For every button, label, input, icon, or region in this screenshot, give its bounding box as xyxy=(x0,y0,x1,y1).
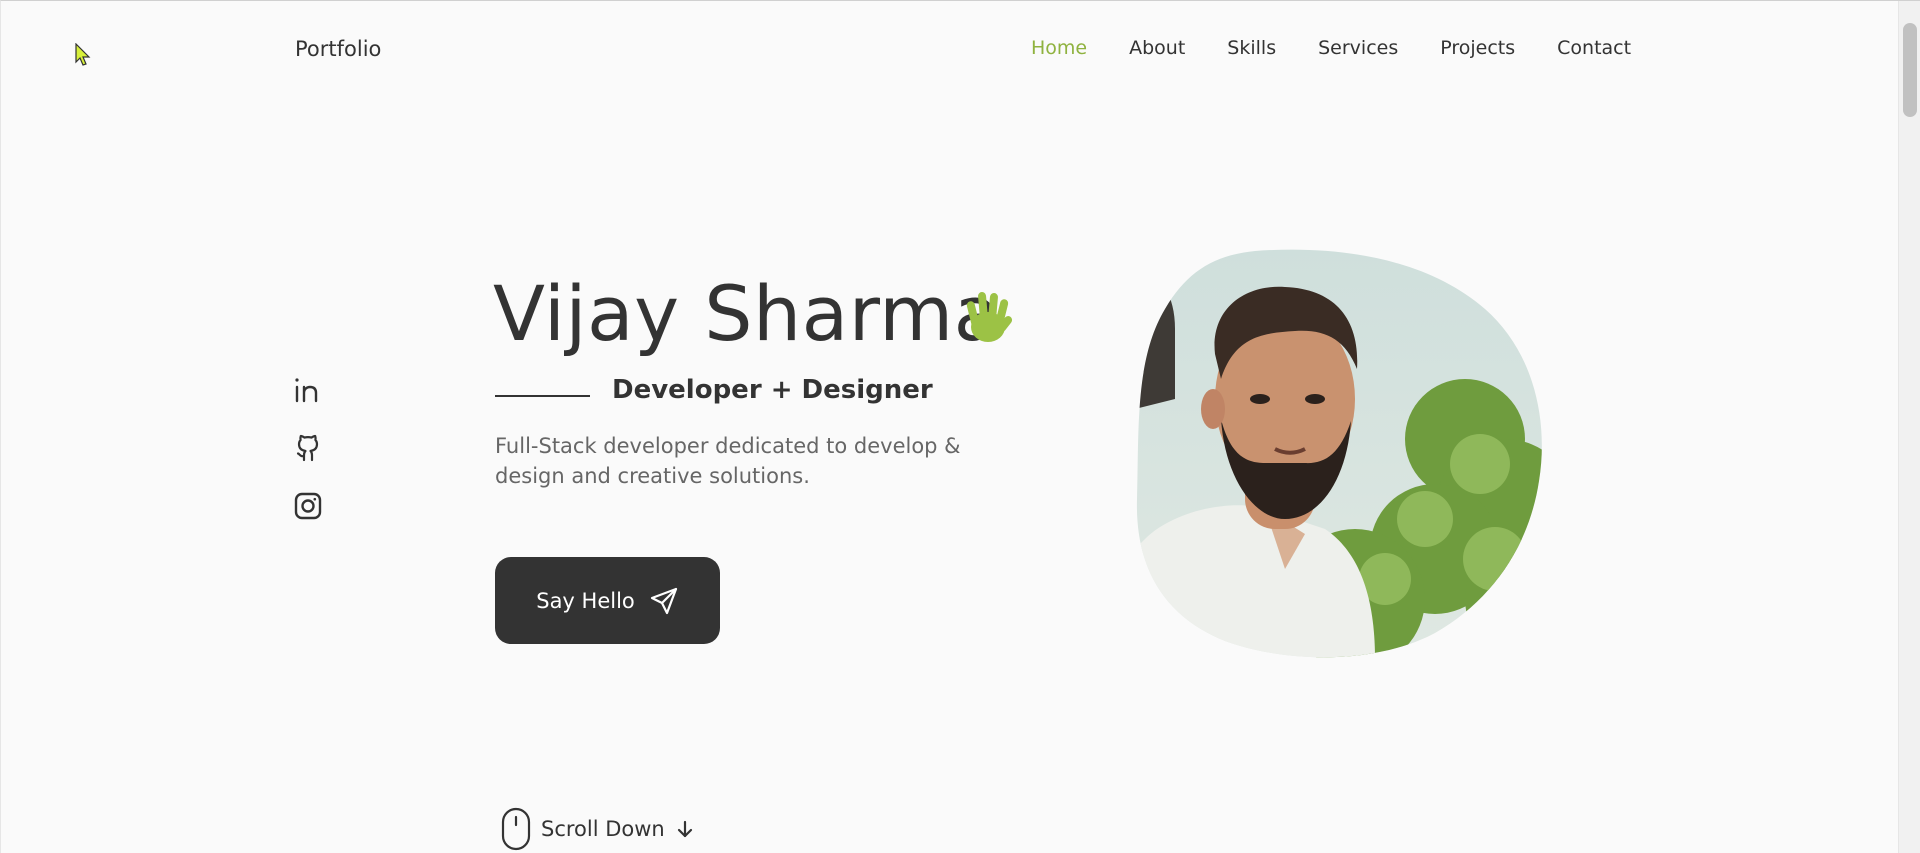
scrollbar-thumb[interactable] xyxy=(1903,23,1917,117)
nav-link-about[interactable]: About xyxy=(1129,37,1185,59)
site-header: Portfolio Home About Skills Services Pro… xyxy=(1,1,1899,101)
scroll-down-link[interactable]: Scroll Down xyxy=(501,807,695,851)
send-icon xyxy=(650,587,677,614)
profile-photo xyxy=(1136,249,1542,658)
waving-hand-icon xyxy=(966,292,1013,342)
nav-link-projects[interactable]: Projects xyxy=(1440,37,1515,59)
say-hello-label: Say Hello xyxy=(536,588,635,613)
arrow-down-icon xyxy=(677,820,692,838)
scroll-down-label: Scroll Down xyxy=(541,817,665,841)
nav-link-home[interactable]: Home xyxy=(1031,37,1087,59)
nav-link-contact[interactable]: Contact xyxy=(1557,37,1631,59)
browser-viewport: Portfolio Home About Skills Services Pro… xyxy=(0,0,1920,853)
nav-link-services[interactable]: Services xyxy=(1318,37,1398,59)
site-logo[interactable]: Portfolio xyxy=(295,37,381,61)
social-links xyxy=(293,375,325,549)
nav-link-skills[interactable]: Skills xyxy=(1227,37,1276,59)
hero-description: Full-Stack developer dedicated to develo… xyxy=(495,434,961,488)
page-scrollbar[interactable] xyxy=(1898,1,1920,853)
hero-name: Vijay Sharma xyxy=(493,269,1001,358)
hero-subtitle: Developer + Designer xyxy=(612,375,933,405)
main-nav: Home About Skills Services Projects Cont… xyxy=(1031,37,1631,59)
linkedin-icon[interactable] xyxy=(293,375,323,405)
subtitle-divider xyxy=(495,395,590,397)
mouse-icon xyxy=(501,807,531,851)
instagram-icon[interactable] xyxy=(293,491,323,521)
github-icon[interactable] xyxy=(293,433,323,463)
say-hello-button[interactable]: Say Hello xyxy=(495,557,720,644)
